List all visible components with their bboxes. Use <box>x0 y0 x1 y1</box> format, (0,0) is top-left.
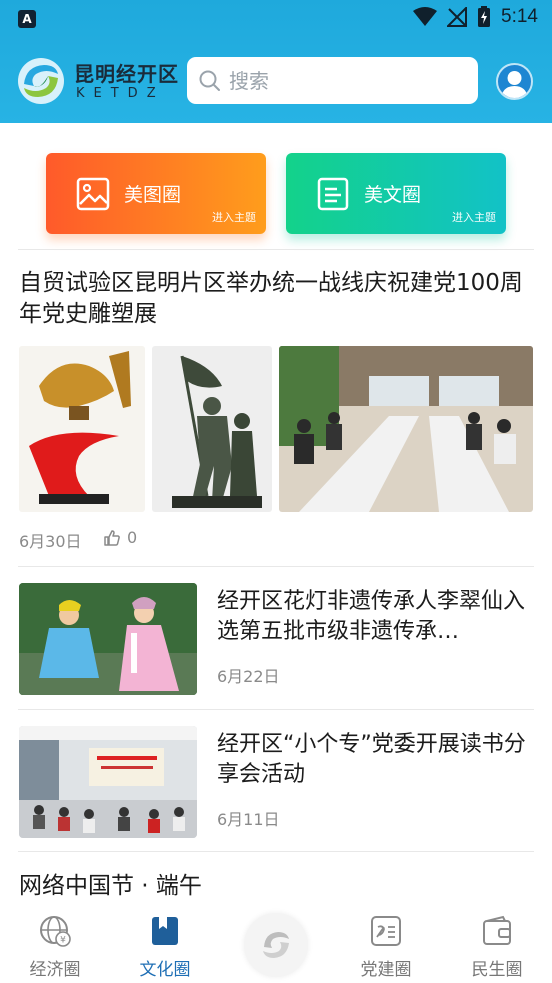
tile-label: 美图圈 <box>124 184 182 206</box>
wallet-icon <box>483 915 511 945</box>
brand-subtitle: KETDZ <box>76 86 165 101</box>
article-photo-sculpture-red[interactable] <box>19 346 145 512</box>
article-thumbnail[interactable] <box>19 583 197 695</box>
article-title[interactable]: 经开区花灯非遗传承人李翠仙入选第五批市级非遗传承… <box>217 587 533 647</box>
ketdz-logo-icon[interactable] <box>16 56 66 106</box>
tile-sublabel: 进入主题 <box>452 211 496 224</box>
meeting-room-image <box>279 346 533 512</box>
article-title[interactable]: 网络中国节 · 端午 <box>19 871 529 903</box>
search-input[interactable] <box>229 68 459 93</box>
document-icon <box>317 177 349 211</box>
article-date: 6月11日 <box>217 810 280 829</box>
divider <box>18 566 534 567</box>
tile-sublabel: 进入主题 <box>212 211 256 224</box>
feature-article-date: 6月30日 <box>19 532 82 551</box>
article-title[interactable]: 经开区“小个专”党委开展读书分享会活动 <box>217 730 533 790</box>
user-icon <box>501 71 528 98</box>
sculpture-image <box>29 351 131 504</box>
tile-photo-circle[interactable]: 美图圈 进入主题 <box>46 153 266 234</box>
divider <box>18 249 534 250</box>
article-photo-meeting[interactable] <box>279 346 533 512</box>
thumbs-up-icon[interactable] <box>104 530 120 546</box>
tile-label: 美文圈 <box>364 184 422 206</box>
nav-home-center[interactable] <box>244 913 308 977</box>
nav-label: 经济圈 <box>29 960 81 980</box>
no-signal-icon <box>447 7 468 27</box>
opera-performers-image <box>19 583 197 695</box>
nav-party[interactable]: 党建圈 <box>341 905 431 983</box>
ketdz-logo-icon <box>263 932 289 958</box>
article-date: 6月22日 <box>217 667 280 686</box>
search-bar[interactable] <box>187 57 478 104</box>
article-photo-sculpture-soldiers[interactable] <box>152 346 272 512</box>
nav-economy[interactable]: ¥ 经济圈 <box>10 905 100 983</box>
tile-article-circle[interactable]: 美文圈 进入主题 <box>286 153 506 234</box>
app-notification-icon: A <box>18 10 36 28</box>
divider <box>18 709 534 710</box>
like-count: 0 <box>127 528 138 547</box>
globe-icon: ¥ <box>40 916 71 947</box>
reading-event-image <box>19 726 197 838</box>
nav-label: 文化圈 <box>139 960 191 980</box>
category-tiles: 美图圈 进入主题 美文圈 进入主题 <box>46 153 506 234</box>
app-header: A 5:14 昆明经开区 KETDZ <box>0 0 552 123</box>
bottom-nav: ¥ 经济圈 文化圈 党建圈 民生圈 <box>0 905 552 983</box>
bookmark-book-icon <box>152 917 178 945</box>
article-thumbnail[interactable] <box>19 726 197 838</box>
nav-label: 党建圈 <box>360 960 412 980</box>
divider <box>18 851 534 852</box>
wifi-icon <box>413 7 438 26</box>
status-icons: 5:14 <box>413 6 538 28</box>
svg-text:¥: ¥ <box>60 936 66 946</box>
nav-culture[interactable]: 文化圈 <box>120 905 210 983</box>
nav-label: 民生圈 <box>471 960 523 980</box>
status-bar: A 5:14 <box>0 0 552 40</box>
clock: 5:14 <box>501 6 538 27</box>
feature-article-title[interactable]: 自贸试验区昆明片区举办统一战线庆祝建党100周年党史雕塑展 <box>19 268 529 330</box>
battery-charging-icon <box>478 6 491 27</box>
nav-livelihood[interactable]: 民生圈 <box>452 905 542 983</box>
soldiers-statue-image <box>172 355 262 508</box>
user-avatar[interactable] <box>496 63 533 100</box>
search-icon <box>199 70 220 91</box>
image-icon <box>76 177 110 211</box>
brand-name: 昆明经开区 <box>74 62 179 86</box>
party-badge-icon <box>371 916 401 946</box>
